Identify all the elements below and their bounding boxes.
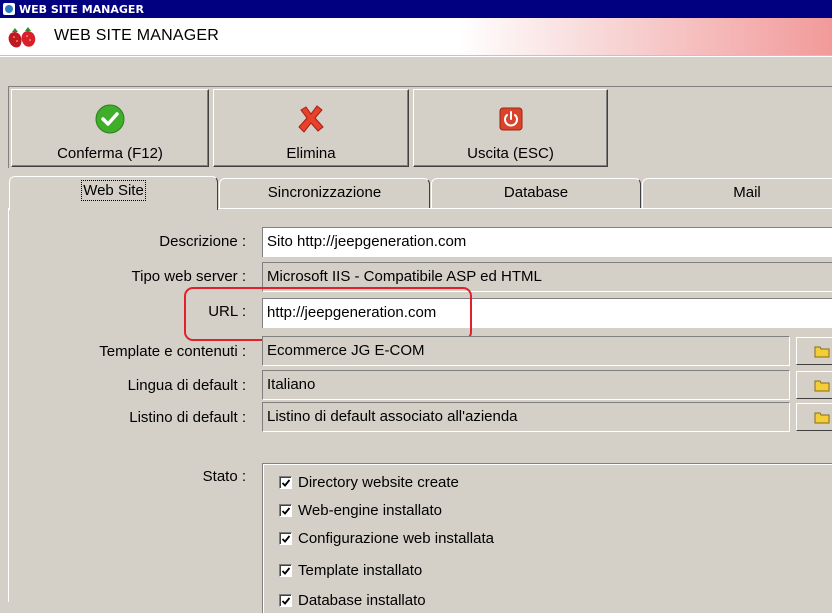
descrizione-field[interactable]: Sito http://jeepgeneration.com xyxy=(262,227,832,257)
delete-label: Elimina xyxy=(286,145,336,162)
delete-button[interactable]: Elimina xyxy=(213,89,409,167)
tipo-web-server-field[interactable]: Microsoft IIS - Compatibile ASP ed HTML xyxy=(262,262,832,292)
header-title: WEB SITE MANAGER xyxy=(54,27,219,44)
power-icon xyxy=(499,107,522,131)
tab-label: Database xyxy=(503,184,569,201)
folder-icon xyxy=(814,346,830,358)
checkbox-directory[interactable]: Directory website create xyxy=(279,474,459,491)
checkbox-check-icon xyxy=(279,594,292,607)
template-field[interactable]: Ecommerce JG E-COM xyxy=(262,336,790,366)
url-label: URL : xyxy=(208,303,246,320)
tab-label: Web Site xyxy=(81,180,146,201)
lingua-field[interactable]: Italiano xyxy=(262,370,790,400)
checkbox-label: Web-engine installato xyxy=(298,502,442,519)
lingua-label: Lingua di default : xyxy=(127,377,246,394)
url-field[interactable]: http://jeepgeneration.com xyxy=(262,298,832,328)
app-header: WEB SITE MANAGER xyxy=(0,18,832,56)
stato-label: Stato : xyxy=(202,468,246,485)
checkbox-check-icon xyxy=(279,532,292,545)
checkmark-icon xyxy=(95,104,125,134)
listino-label: Listino di default : xyxy=(129,409,246,426)
tab-sincronizzazione[interactable]: Sincronizzazione xyxy=(219,178,430,208)
template-browse-button[interactable] xyxy=(796,337,832,365)
checkbox-check-icon xyxy=(279,476,292,489)
tab-mail[interactable]: Mail xyxy=(642,178,832,208)
checkbox-check-icon xyxy=(279,564,292,577)
checkbox-label: Directory website create xyxy=(298,474,459,491)
checkbox-configurazione[interactable]: Configurazione web installata xyxy=(279,530,494,547)
checkbox-label: Database installato xyxy=(298,592,426,609)
checkbox-label: Configurazione web installata xyxy=(298,530,494,547)
tab-database[interactable]: Database xyxy=(431,178,641,208)
window-title: WEB SITE MANAGER xyxy=(19,2,144,16)
exit-button[interactable]: Uscita (ESC) xyxy=(413,89,608,167)
tab-label: Mail xyxy=(733,184,761,201)
delete-x-icon xyxy=(298,105,324,133)
checkbox-template[interactable]: Template installato xyxy=(279,562,422,579)
confirm-button[interactable]: Conferma (F12) xyxy=(11,89,209,167)
checkbox-web-engine[interactable]: Web-engine installato xyxy=(279,502,442,519)
lingua-browse-button[interactable] xyxy=(796,371,832,399)
exit-label: Uscita (ESC) xyxy=(467,145,554,162)
app-icon xyxy=(3,3,15,15)
window-titlebar[interactable]: WEB SITE MANAGER xyxy=(0,0,832,18)
folder-icon xyxy=(814,412,830,424)
listino-browse-button[interactable] xyxy=(796,403,832,431)
header-divider xyxy=(0,56,832,57)
checkbox-label: Template installato xyxy=(298,562,423,579)
folder-icon xyxy=(814,380,830,392)
tab-label: Sincronizzazione xyxy=(267,184,382,201)
checkbox-check-icon xyxy=(279,504,292,517)
tab-web-site[interactable]: Web Site xyxy=(9,176,218,210)
strawberry-logo xyxy=(8,27,36,48)
confirm-label: Conferma (F12) xyxy=(57,145,163,162)
checkbox-database[interactable]: Database installato xyxy=(279,592,426,609)
tipo-web-server-label: Tipo web server : xyxy=(131,268,247,285)
listino-field[interactable]: Listino di default associato all'azienda xyxy=(262,402,790,432)
template-label: Template e contenuti : xyxy=(99,343,246,360)
descrizione-label: Descrizione : xyxy=(159,233,246,250)
